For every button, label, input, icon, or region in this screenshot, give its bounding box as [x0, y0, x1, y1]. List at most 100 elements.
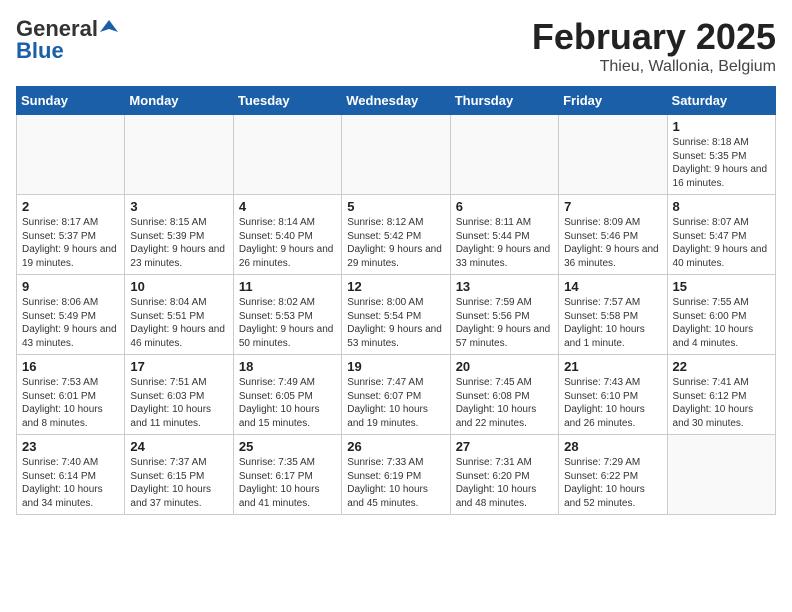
day-number: 2 [22, 199, 119, 214]
page: General Blue February 2025 Thieu, Wallon… [0, 0, 792, 531]
day-detail: Sunrise: 8:18 AM Sunset: 5:35 PM Dayligh… [673, 136, 770, 190]
col-header-saturday: Saturday [667, 87, 775, 115]
day-number: 19 [347, 359, 444, 374]
calendar-cell [342, 115, 450, 195]
day-detail: Sunrise: 7:35 AM Sunset: 6:17 PM Dayligh… [239, 456, 336, 510]
calendar-subtitle: Thieu, Wallonia, Belgium [532, 58, 776, 76]
day-number: 5 [347, 199, 444, 214]
logo: General Blue [16, 16, 118, 64]
calendar-cell: 1 Sunrise: 8:18 AM Sunset: 5:35 PM Daylig… [667, 115, 775, 195]
day-detail: Sunrise: 8:11 AM Sunset: 5:44 PM Dayligh… [456, 216, 553, 270]
calendar-cell: 8 Sunrise: 8:07 AM Sunset: 5:47 PM Daylig… [667, 195, 775, 275]
day-number: 27 [456, 439, 553, 454]
calendar-cell: 21 Sunrise: 7:43 AM Sunset: 6:10 PM Dayli… [559, 355, 667, 435]
calendar-cell [17, 115, 125, 195]
day-number: 13 [456, 279, 553, 294]
day-number: 18 [239, 359, 336, 374]
calendar-cell [667, 435, 775, 515]
day-detail: Sunrise: 8:09 AM Sunset: 5:46 PM Dayligh… [564, 216, 661, 270]
day-detail: Sunrise: 7:45 AM Sunset: 6:08 PM Dayligh… [456, 376, 553, 430]
calendar-cell [450, 115, 558, 195]
day-number: 23 [22, 439, 119, 454]
calendar-cell: 11 Sunrise: 8:02 AM Sunset: 5:53 PM Dayli… [233, 275, 341, 355]
calendar-week-row: 2 Sunrise: 8:17 AM Sunset: 5:37 PM Daylig… [17, 195, 776, 275]
col-header-monday: Monday [125, 87, 233, 115]
day-number: 8 [673, 199, 770, 214]
header: General Blue February 2025 Thieu, Wallon… [16, 16, 776, 76]
logo-bird-icon [100, 18, 118, 36]
day-number: 22 [673, 359, 770, 374]
day-detail: Sunrise: 8:07 AM Sunset: 5:47 PM Dayligh… [673, 216, 770, 270]
day-detail: Sunrise: 8:17 AM Sunset: 5:37 PM Dayligh… [22, 216, 119, 270]
calendar-cell: 26 Sunrise: 7:33 AM Sunset: 6:19 PM Dayli… [342, 435, 450, 515]
day-number: 3 [130, 199, 227, 214]
calendar-cell: 25 Sunrise: 7:35 AM Sunset: 6:17 PM Dayli… [233, 435, 341, 515]
calendar-cell [233, 115, 341, 195]
col-header-tuesday: Tuesday [233, 87, 341, 115]
day-detail: Sunrise: 8:00 AM Sunset: 5:54 PM Dayligh… [347, 296, 444, 350]
calendar-cell: 4Sunrise: 8:14 AM Sunset: 5:40 PM Daylig… [233, 195, 341, 275]
calendar-week-row: 16 Sunrise: 7:53 AM Sunset: 6:01 PM Dayli… [17, 355, 776, 435]
calendar-cell: 28Sunrise: 7:29 AM Sunset: 6:22 PM Dayli… [559, 435, 667, 515]
calendar-cell: 19Sunrise: 7:47 AM Sunset: 6:07 PM Dayli… [342, 355, 450, 435]
day-number: 6 [456, 199, 553, 214]
day-number: 17 [130, 359, 227, 374]
day-number: 14 [564, 279, 661, 294]
day-detail: Sunrise: 7:31 AM Sunset: 6:20 PM Dayligh… [456, 456, 553, 510]
day-detail: Sunrise: 7:40 AM Sunset: 6:14 PM Dayligh… [22, 456, 119, 510]
calendar-week-row: 9 Sunrise: 8:06 AM Sunset: 5:49 PM Daylig… [17, 275, 776, 355]
calendar-week-row: 1 Sunrise: 8:18 AM Sunset: 5:35 PM Daylig… [17, 115, 776, 195]
calendar-cell: 20 Sunrise: 7:45 AM Sunset: 6:08 PM Dayli… [450, 355, 558, 435]
day-detail: Sunrise: 8:06 AM Sunset: 5:49 PM Dayligh… [22, 296, 119, 350]
day-detail: Sunrise: 8:15 AM Sunset: 5:39 PM Dayligh… [130, 216, 227, 270]
calendar-cell: 22 Sunrise: 7:41 AM Sunset: 6:12 PM Dayli… [667, 355, 775, 435]
calendar-cell: 12 Sunrise: 8:00 AM Sunset: 5:54 PM Dayli… [342, 275, 450, 355]
day-detail: Sunrise: 7:43 AM Sunset: 6:10 PM Dayligh… [564, 376, 661, 430]
calendar-cell: 5 Sunrise: 8:12 AM Sunset: 5:42 PM Daylig… [342, 195, 450, 275]
day-detail: Sunrise: 7:37 AM Sunset: 6:15 PM Dayligh… [130, 456, 227, 510]
day-number: 1 [673, 119, 770, 134]
day-detail: Sunrise: 7:49 AM Sunset: 6:05 PM Dayligh… [239, 376, 336, 430]
calendar-title: February 2025 [532, 16, 776, 58]
day-detail: Sunrise: 8:02 AM Sunset: 5:53 PM Dayligh… [239, 296, 336, 350]
day-number: 9 [22, 279, 119, 294]
day-number: 25 [239, 439, 336, 454]
calendar-cell: 2 Sunrise: 8:17 AM Sunset: 5:37 PM Daylig… [17, 195, 125, 275]
day-number: 20 [456, 359, 553, 374]
calendar-cell: 15Sunrise: 7:55 AM Sunset: 6:00 PM Dayli… [667, 275, 775, 355]
day-number: 10 [130, 279, 227, 294]
day-number: 28 [564, 439, 661, 454]
day-number: 21 [564, 359, 661, 374]
day-detail: Sunrise: 7:55 AM Sunset: 6:00 PM Dayligh… [673, 296, 770, 350]
col-header-thursday: Thursday [450, 87, 558, 115]
calendar-week-row: 23 Sunrise: 7:40 AM Sunset: 6:14 PM Dayli… [17, 435, 776, 515]
day-number: 16 [22, 359, 119, 374]
day-number: 11 [239, 279, 336, 294]
col-header-friday: Friday [559, 87, 667, 115]
day-detail: Sunrise: 7:41 AM Sunset: 6:12 PM Dayligh… [673, 376, 770, 430]
calendar-cell: 16 Sunrise: 7:53 AM Sunset: 6:01 PM Dayli… [17, 355, 125, 435]
calendar-cell [125, 115, 233, 195]
day-detail: Sunrise: 8:12 AM Sunset: 5:42 PM Dayligh… [347, 216, 444, 270]
calendar-table: SundayMondayTuesdayWednesdayThursdayFrid… [16, 86, 776, 515]
day-number: 7 [564, 199, 661, 214]
calendar-cell: 6 Sunrise: 8:11 AM Sunset: 5:44 PM Daylig… [450, 195, 558, 275]
calendar-cell: 7 Sunrise: 8:09 AM Sunset: 5:46 PM Daylig… [559, 195, 667, 275]
calendar-cell: 27 Sunrise: 7:31 AM Sunset: 6:20 PM Dayli… [450, 435, 558, 515]
title-block: February 2025 Thieu, Wallonia, Belgium [532, 16, 776, 76]
calendar-cell: 9 Sunrise: 8:06 AM Sunset: 5:49 PM Daylig… [17, 275, 125, 355]
calendar-cell: 18 Sunrise: 7:49 AM Sunset: 6:05 PM Dayli… [233, 355, 341, 435]
day-number: 24 [130, 439, 227, 454]
calendar-cell: 24 Sunrise: 7:37 AM Sunset: 6:15 PM Dayli… [125, 435, 233, 515]
col-header-sunday: Sunday [17, 87, 125, 115]
day-detail: Sunrise: 7:53 AM Sunset: 6:01 PM Dayligh… [22, 376, 119, 430]
calendar-cell [559, 115, 667, 195]
col-header-wednesday: Wednesday [342, 87, 450, 115]
calendar-cell: 17Sunrise: 7:51 AM Sunset: 6:03 PM Dayli… [125, 355, 233, 435]
logo-blue-text: Blue [16, 38, 64, 64]
calendar-header-row: SundayMondayTuesdayWednesdayThursdayFrid… [17, 87, 776, 115]
day-detail: Sunrise: 7:33 AM Sunset: 6:19 PM Dayligh… [347, 456, 444, 510]
day-detail: Sunrise: 8:14 AM Sunset: 5:40 PM Dayligh… [239, 216, 336, 270]
day-number: 12 [347, 279, 444, 294]
day-number: 26 [347, 439, 444, 454]
